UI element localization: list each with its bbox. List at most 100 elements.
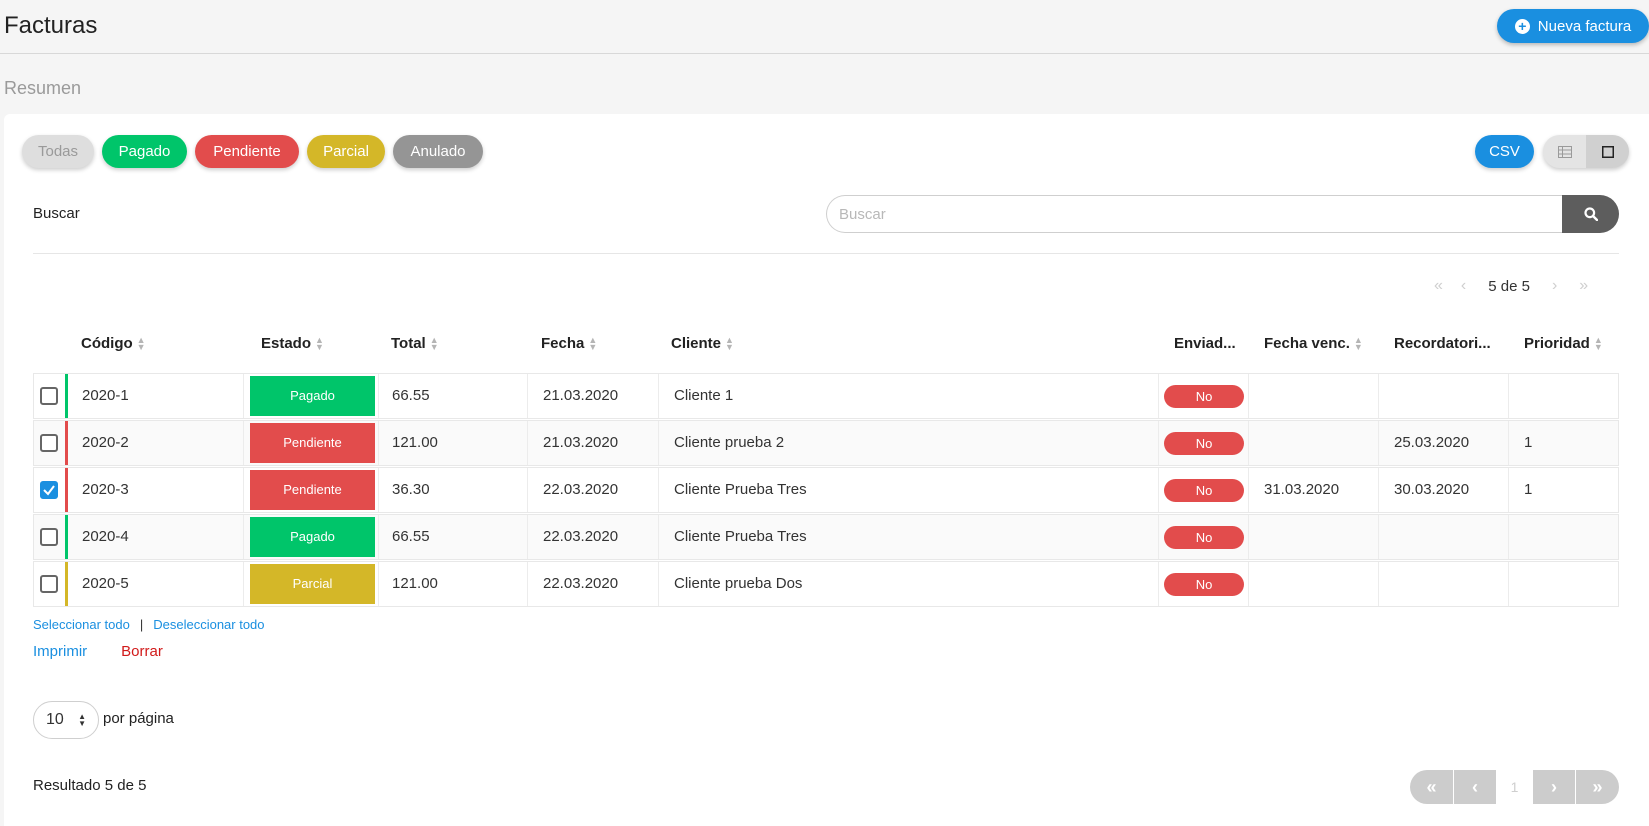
cell-divider bbox=[658, 374, 659, 418]
cell-divider bbox=[243, 468, 244, 512]
cell-date: 21.03.2020 bbox=[543, 434, 619, 451]
status-badge: Pendiente bbox=[250, 470, 375, 510]
filter-all-button[interactable]: Todas bbox=[22, 135, 94, 168]
cell-code: 2020-5 bbox=[82, 575, 129, 592]
row-checkbox[interactable] bbox=[40, 528, 58, 546]
filter-pending-button[interactable]: Pendiente bbox=[195, 135, 299, 168]
search-label: Buscar bbox=[33, 205, 80, 222]
cell-divider bbox=[243, 562, 244, 606]
table-row[interactable]: Pagado No 2020-4 66.55 22.03.2020 Cliente Pru… bbox=[33, 514, 1619, 560]
column-priority[interactable]: Prioridad ▲ ▼ bbox=[1524, 335, 1603, 352]
cell-divider bbox=[378, 515, 379, 559]
column-code[interactable]: Código ▲ ▼ bbox=[81, 335, 146, 352]
cell-divider bbox=[527, 562, 528, 606]
first-page-button[interactable]: « bbox=[1410, 770, 1453, 804]
print-link[interactable]: Imprimir bbox=[33, 643, 87, 660]
per-page-value: 10 bbox=[46, 711, 64, 728]
prev-page-icon[interactable]: ‹ bbox=[1461, 277, 1466, 295]
column-reminder[interactable]: Recordatori... bbox=[1394, 335, 1491, 352]
cell-divider bbox=[1508, 562, 1509, 606]
column-date[interactable]: Fecha ▲ ▼ bbox=[541, 335, 597, 352]
cell-divider bbox=[1248, 421, 1249, 465]
cell-date: 22.03.2020 bbox=[543, 575, 619, 592]
table-icon bbox=[1557, 145, 1572, 158]
selection-links: Seleccionar todo | Deseleccionar todo bbox=[33, 617, 265, 632]
cell-divider bbox=[1248, 562, 1249, 606]
last-page-button[interactable]: » bbox=[1576, 770, 1620, 804]
table-row[interactable]: Parcial No 2020-5 121.00 22.03.2020 Cliente p… bbox=[33, 561, 1619, 607]
cell-date: 21.03.2020 bbox=[543, 387, 619, 404]
first-page-icon[interactable]: « bbox=[1434, 277, 1443, 295]
bulk-actions: Imprimir Borrar bbox=[33, 643, 163, 660]
status-indicator-bar bbox=[65, 374, 68, 418]
cell-total: 121.00 bbox=[392, 434, 438, 451]
last-page-icon[interactable]: » bbox=[1579, 277, 1588, 295]
column-total[interactable]: Total ▲ ▼ bbox=[391, 335, 439, 352]
cell-divider bbox=[1508, 421, 1509, 465]
status-indicator-bar bbox=[65, 562, 68, 606]
double-chevron-right-icon: » bbox=[1592, 776, 1603, 797]
page-title: Facturas bbox=[4, 12, 98, 39]
csv-export-button[interactable]: CSV bbox=[1475, 135, 1534, 168]
cell-divider bbox=[1158, 515, 1159, 559]
card-view-button[interactable] bbox=[1586, 135, 1629, 168]
table-view-button[interactable] bbox=[1543, 135, 1586, 168]
column-status[interactable]: Estado ▲ ▼ bbox=[261, 335, 324, 352]
cell-total: 66.55 bbox=[392, 528, 430, 545]
cell-code: 2020-3 bbox=[82, 481, 129, 498]
status-badge: Pendiente bbox=[250, 423, 375, 463]
column-due-date[interactable]: Fecha venc. ▲ ▼ bbox=[1264, 335, 1363, 352]
search-input[interactable] bbox=[826, 195, 1563, 233]
cell-divider bbox=[378, 562, 379, 606]
sort-icon: ▲ ▼ bbox=[1593, 335, 1603, 353]
delete-link[interactable]: Borrar bbox=[121, 643, 163, 660]
top-pager: « ‹ 5 de 5 › » bbox=[1434, 276, 1588, 296]
filter-paid-button[interactable]: Pagado bbox=[102, 135, 187, 168]
current-page-number[interactable]: 1 bbox=[1495, 770, 1534, 804]
select-all-link[interactable]: Seleccionar todo bbox=[33, 617, 130, 632]
new-invoice-button[interactable]: + Nueva factura bbox=[1497, 9, 1649, 43]
cell-divider bbox=[1508, 515, 1509, 559]
search-divider bbox=[33, 253, 1619, 254]
cell-divider bbox=[658, 421, 659, 465]
prev-page-button[interactable]: ‹ bbox=[1453, 770, 1496, 804]
column-client[interactable]: Cliente ▲ ▼ bbox=[671, 335, 734, 352]
cell-priority: 1 bbox=[1524, 434, 1533, 451]
row-checkbox[interactable] bbox=[40, 434, 58, 452]
row-checkbox[interactable] bbox=[40, 387, 58, 405]
view-toggle bbox=[1543, 135, 1629, 168]
filter-partial-button[interactable]: Parcial bbox=[307, 135, 385, 168]
header-divider bbox=[0, 53, 1649, 54]
cell-divider bbox=[1378, 421, 1379, 465]
sent-badge: No bbox=[1164, 432, 1244, 455]
sent-badge: No bbox=[1164, 526, 1244, 549]
cell-divider bbox=[378, 421, 379, 465]
cell-divider bbox=[1158, 421, 1159, 465]
filter-void-button[interactable]: Anulado bbox=[393, 135, 483, 168]
status-badge: Pagado bbox=[250, 376, 375, 416]
row-checkbox[interactable] bbox=[40, 481, 58, 499]
sort-icon: ▲ ▼ bbox=[136, 335, 146, 353]
status-indicator-bar bbox=[65, 468, 68, 512]
deselect-all-link[interactable]: Deseleccionar todo bbox=[153, 617, 264, 632]
next-page-icon[interactable]: › bbox=[1552, 277, 1557, 295]
cell-total: 121.00 bbox=[392, 575, 438, 592]
cell-total: 66.55 bbox=[392, 387, 430, 404]
per-page-select[interactable]: 10 ▲ ▼ bbox=[33, 701, 99, 739]
cell-divider bbox=[1158, 468, 1159, 512]
cell-priority: 1 bbox=[1524, 481, 1533, 498]
search-icon bbox=[1583, 207, 1598, 221]
table-row[interactable]: Pendiente No 2020-3 36.30 22.03.2020 Cliente … bbox=[33, 467, 1619, 513]
row-checkbox[interactable] bbox=[40, 575, 58, 593]
search-button[interactable] bbox=[1562, 195, 1619, 233]
cell-divider bbox=[658, 468, 659, 512]
table-row[interactable]: Pendiente No 2020-2 121.00 21.03.2020 Cliente… bbox=[33, 420, 1619, 466]
column-sent[interactable]: Enviad... bbox=[1174, 335, 1236, 352]
cell-divider bbox=[658, 515, 659, 559]
cell-code: 2020-2 bbox=[82, 434, 129, 451]
cell-divider bbox=[1508, 468, 1509, 512]
next-page-button[interactable]: › bbox=[1533, 770, 1576, 804]
cell-divider bbox=[378, 468, 379, 512]
table-row[interactable]: Pagado No 2020-1 66.55 21.03.2020 Cliente 1 bbox=[33, 373, 1619, 419]
cell-due-date: 31.03.2020 bbox=[1264, 481, 1340, 498]
